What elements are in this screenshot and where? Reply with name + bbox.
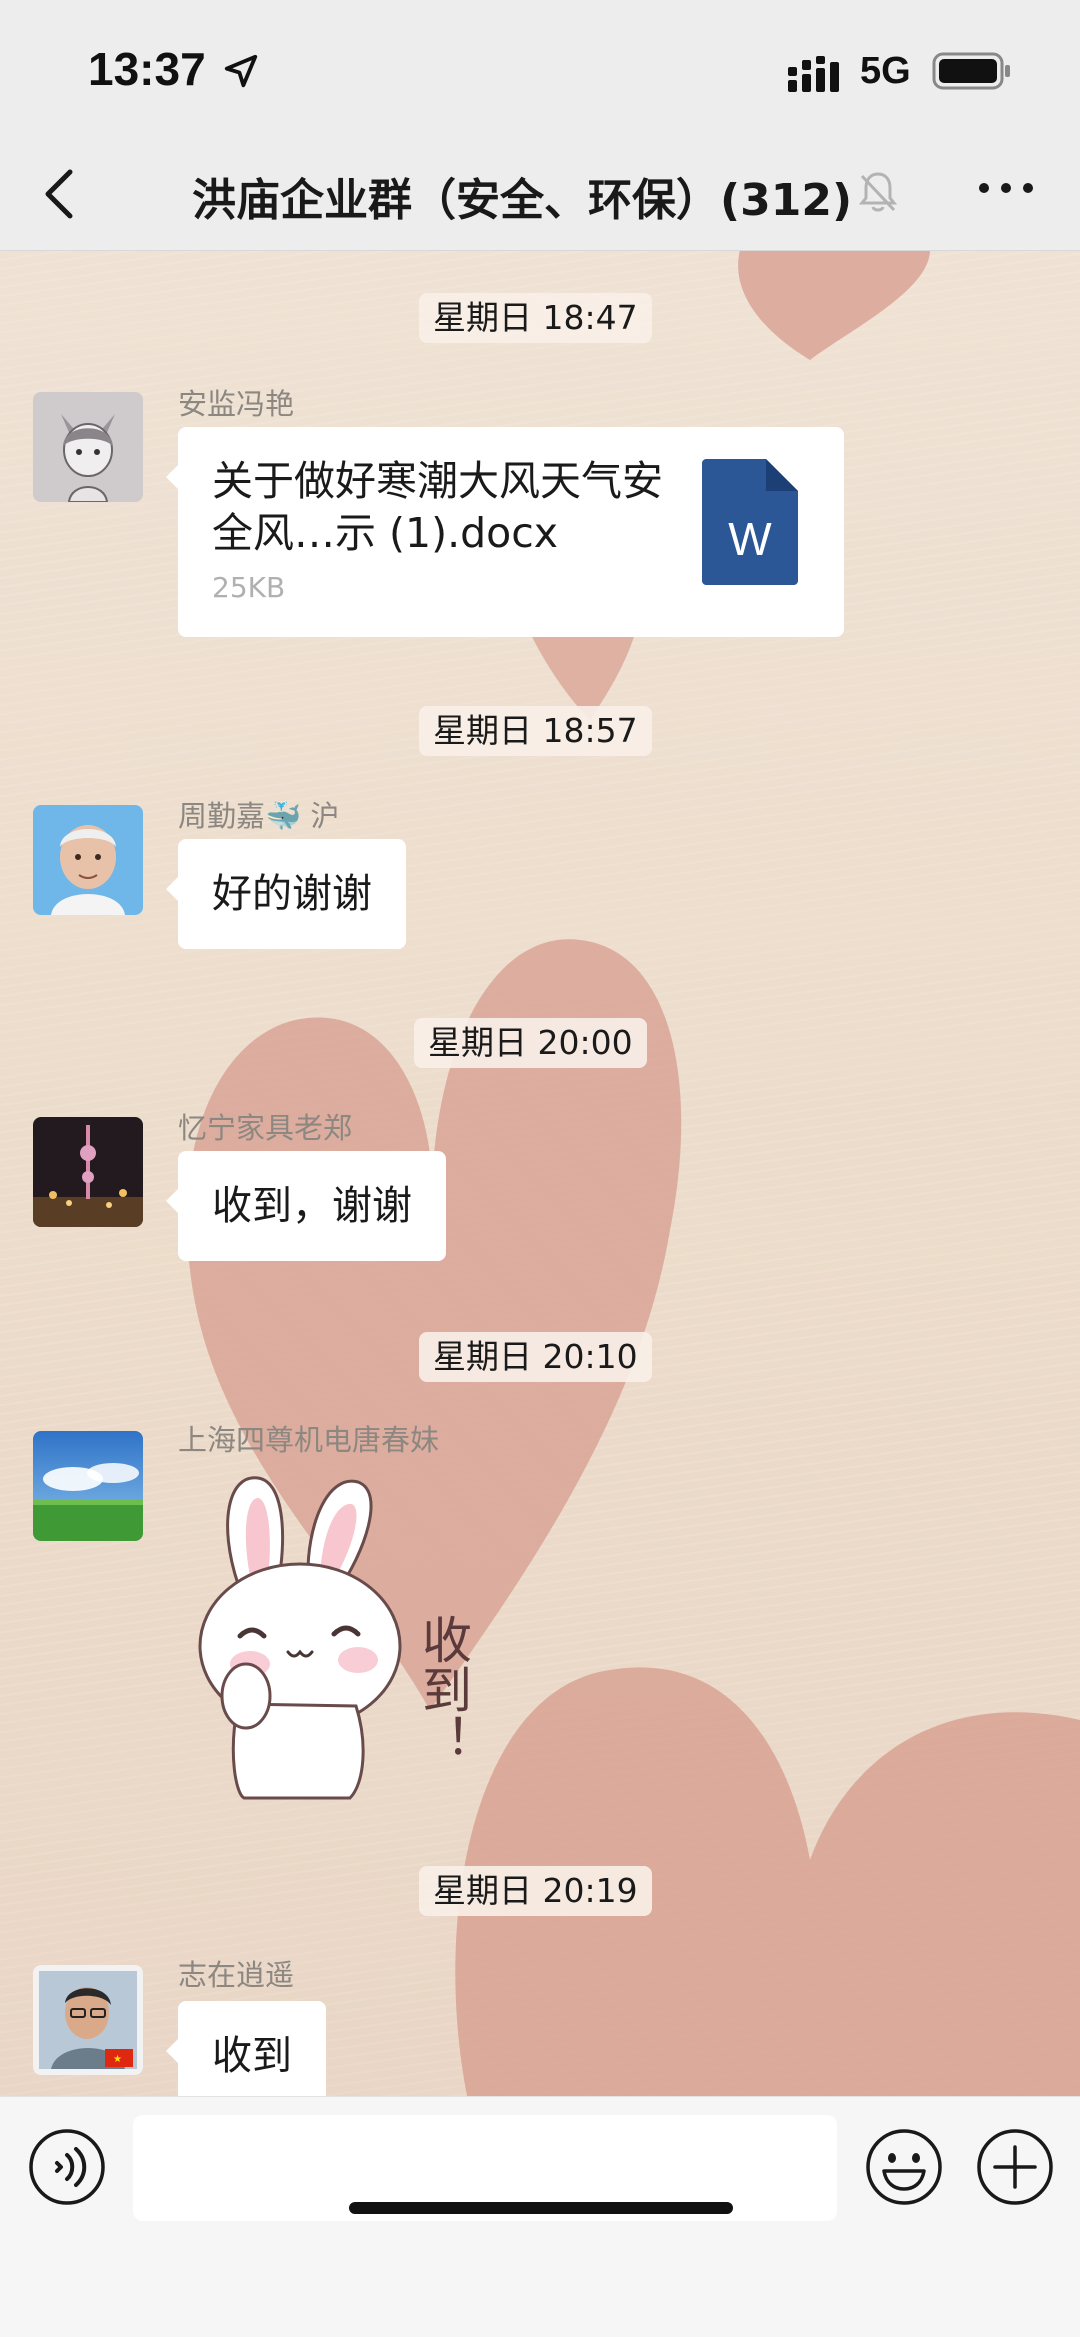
avatar[interactable] <box>33 392 143 502</box>
text-message-bubble[interactable]: 好的谢谢 <box>166 839 406 949</box>
input-bar <box>0 2096 1080 2337</box>
message-timestamp: 星期日 18:57 <box>419 706 652 756</box>
word-document-icon: W <box>702 459 798 585</box>
status-time: 13:37 <box>88 43 206 95</box>
text-message-bubble[interactable]: 收到，谢谢 <box>166 1151 446 1261</box>
bunny-sticker[interactable]: 收到！ <box>188 1464 508 1804</box>
home-indicator <box>349 2202 733 2214</box>
avatar[interactable] <box>33 1431 143 1541</box>
chat-messages[interactable]: 星期日 18:47 安监冯艳 关于做好寒潮大风天气安全风…示 (1).docx … <box>0 251 1080 2111</box>
avatar-image <box>33 1117 143 1227</box>
sender-name: 志在逍遥 <box>178 1958 295 1992</box>
message-timestamp: 星期日 20:10 <box>419 1332 652 1382</box>
text-message-bubble[interactable]: 收到 <box>166 2001 326 2111</box>
avatar-image <box>33 1431 143 1541</box>
sender-name: 忆宁家具老郑 <box>178 1111 353 1145</box>
message-timestamp: 星期日 20:19 <box>419 1866 652 1916</box>
avatar[interactable] <box>33 805 143 915</box>
chat-screen: 13:37 5G 洪庙企业群（安全、环保）(312) 星期日 18:47 安监冯… <box>0 0 1080 2337</box>
avatar-image <box>33 805 143 915</box>
battery-icon <box>932 52 1010 90</box>
svg-text:★: ★ <box>113 2054 122 2065</box>
avatar-image <box>33 392 143 502</box>
word-icon-letter: W <box>728 513 772 565</box>
more-options-icon[interactable] <box>978 176 1034 200</box>
back-chevron-icon[interactable] <box>40 166 80 222</box>
voice-input-icon[interactable] <box>27 2127 107 2207</box>
sender-name: 安监冯艳 <box>178 387 295 421</box>
message-timestamp: 星期日 20:00 <box>414 1018 647 1068</box>
avatar[interactable]: ★ <box>33 1965 143 2075</box>
add-attachment-icon[interactable] <box>975 2127 1055 2207</box>
file-size: 25KB <box>212 571 286 604</box>
message-timestamp: 星期日 18:47 <box>419 293 652 343</box>
sender-name: 上海四尊机电唐春妹 <box>178 1423 440 1457</box>
network-type: 5G <box>860 50 911 92</box>
file-name: 关于做好寒潮大风天气安全风…示 (1).docx <box>212 457 663 557</box>
chat-title: 洪庙企业群（安全、环保）(312) <box>192 175 853 226</box>
mute-bell-icon <box>858 172 898 212</box>
avatar[interactable] <box>33 1117 143 1227</box>
sticker-caption: 收到！ <box>414 1614 472 1764</box>
sender-name: 周勤嘉🐳 沪 <box>178 799 340 833</box>
emoji-icon[interactable] <box>864 2127 944 2207</box>
avatar-image: ★ <box>33 1965 143 2075</box>
status-bar: 13:37 5G <box>0 0 1080 140</box>
location-arrow-icon <box>224 54 258 88</box>
file-message-bubble[interactable]: 关于做好寒潮大风天气安全风…示 (1).docx 25KB W <box>166 427 844 637</box>
cellular-signal-icon <box>788 56 839 92</box>
nav-bar: 洪庙企业群（安全、环保）(312) <box>0 140 1080 251</box>
